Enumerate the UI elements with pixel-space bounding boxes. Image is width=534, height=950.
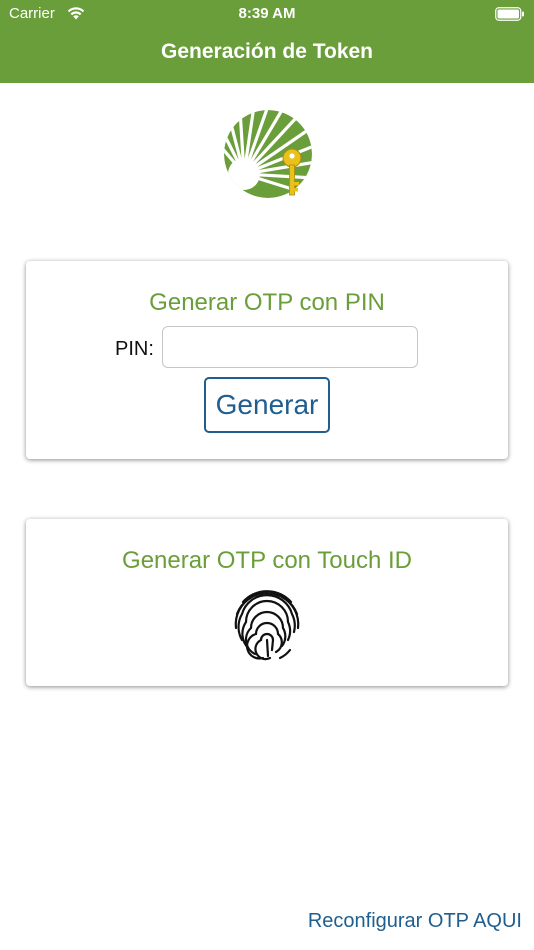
pin-otp-card: Generar OTP con PIN PIN: Generar [26,261,508,459]
pin-input[interactable] [162,326,418,368]
pin-label: PIN: [115,338,154,360]
touch-id-otp-card[interactable]: Generar OTP con Touch ID [26,519,508,686]
status-bar: Carrier 8:39 AM [0,0,534,28]
battery-icon [495,7,524,21]
top-bar: Carrier 8:39 AM Generación de Token [0,0,534,83]
pin-card-title: Generar OTP con PIN [149,289,385,316]
touch-card-title: Generar OTP con Touch ID [122,547,412,574]
status-time: 8:39 AM [238,5,296,22]
generate-button[interactable]: Generar [204,377,330,433]
token-screen: Carrier 8:39 AM Generación de Token Gene… [0,0,534,950]
reconfigure-otp-link[interactable]: Reconfigurar OTP AQUI [308,910,522,933]
nav-title: Generación de Token [161,40,373,63]
sun-key-logo-icon [224,110,312,198]
fingerprint-icon[interactable] [228,584,306,662]
